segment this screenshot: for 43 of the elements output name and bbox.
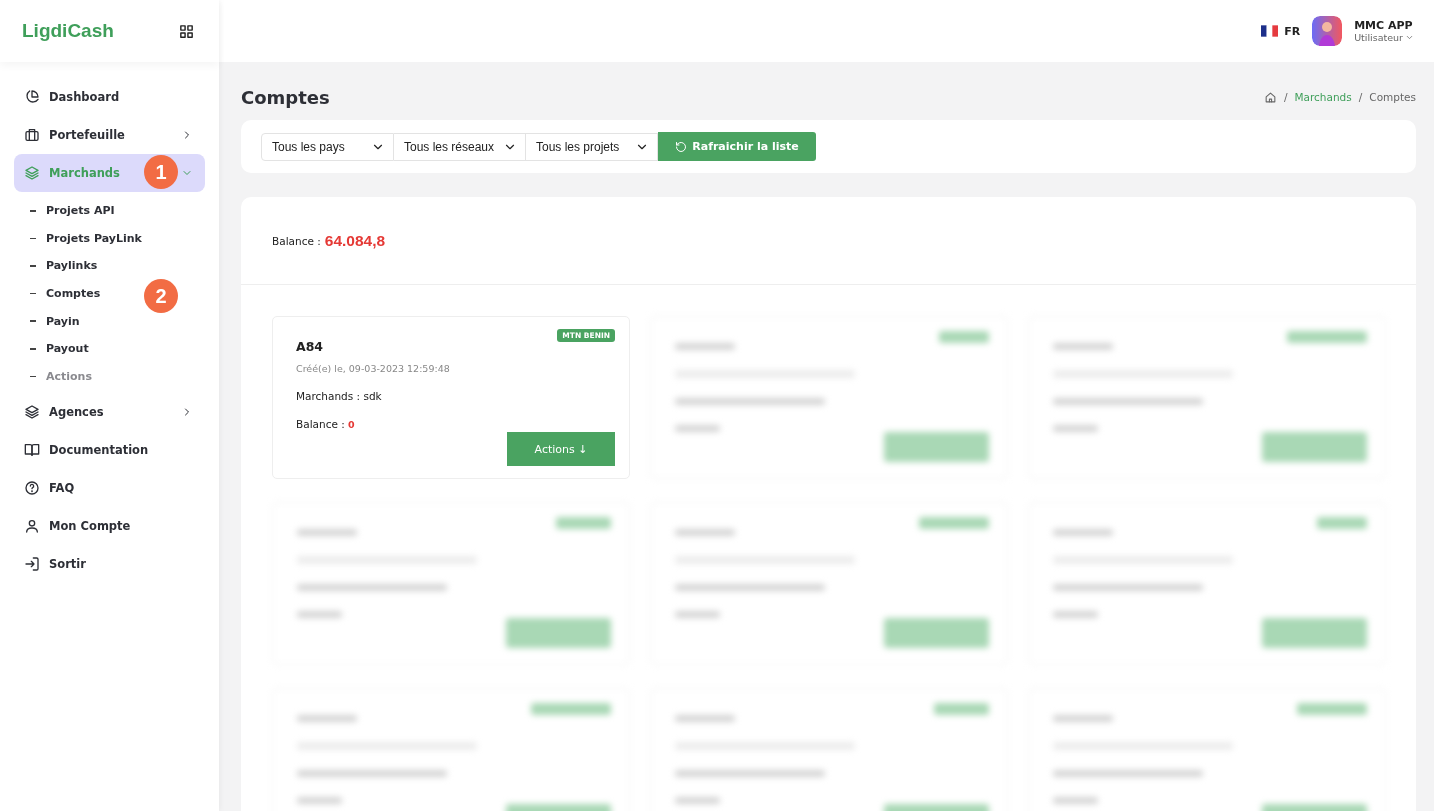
user-icon xyxy=(24,518,40,535)
sign-in-icon xyxy=(24,556,40,573)
submenu-item[interactable]: Projets API xyxy=(30,197,205,225)
submenu-item[interactable]: Payout xyxy=(30,334,205,363)
filter-dropdown[interactable]: Tous les réseaux xyxy=(394,132,526,161)
balance-label: Balance : xyxy=(272,234,321,247)
account-id: A84 xyxy=(296,339,325,354)
balance-value: 0 xyxy=(348,419,355,430)
sidebar-item[interactable]: Agences xyxy=(14,393,205,432)
language-selector[interactable]: FR xyxy=(1261,24,1301,38)
sidebar-item[interactable]: Mon Compte xyxy=(14,507,205,546)
created-date: Créé(e) le, 09-03-2023 12:59:48 xyxy=(296,363,451,374)
breadcrumb-separator: / xyxy=(1283,91,1288,103)
book-icon xyxy=(24,442,40,459)
merchant-text: Marchands : sdk xyxy=(296,390,383,402)
home-icon xyxy=(1263,90,1277,104)
flag-icon xyxy=(1261,25,1279,37)
sidebar-item[interactable]: Portefeuille xyxy=(14,116,205,154)
refresh-icon xyxy=(675,140,688,153)
submenu-item[interactable]: Projets PayLink xyxy=(30,224,205,253)
breadcrumb-separator: / xyxy=(1358,91,1363,103)
balance-value: 64.084,8 xyxy=(324,231,386,250)
annotation-badge: 2 xyxy=(144,279,178,313)
avatar-icon[interactable] xyxy=(1312,16,1343,46)
sidebar-item[interactable]: Documentation xyxy=(14,431,205,470)
chevron-down-icon xyxy=(1405,33,1414,42)
balance-label: Balance : xyxy=(296,418,345,430)
sidebar-item[interactable]: Dashboard xyxy=(14,78,205,116)
grid-icon xyxy=(178,22,195,40)
filter-dropdown[interactable]: Tous les projets xyxy=(526,132,658,161)
user-name: MMC APP xyxy=(1354,19,1414,32)
submenu-item[interactable]: Paylinks xyxy=(30,252,205,280)
sidebar-item[interactable]: FAQ xyxy=(14,469,205,508)
help-icon xyxy=(24,480,40,497)
layers-icon xyxy=(24,165,40,181)
user-role-menu[interactable]: Utilisateur xyxy=(1354,32,1414,43)
sidebar-item[interactable]: Sortir xyxy=(14,545,205,584)
filter-dropdown[interactable]: Tous les pays xyxy=(261,132,394,161)
page-title: Comptes xyxy=(241,86,330,108)
breadcrumb-current: Comptes xyxy=(1369,91,1416,103)
pie-chart-icon xyxy=(24,89,40,105)
layers-icon xyxy=(24,404,40,421)
briefcase-icon xyxy=(24,127,40,143)
